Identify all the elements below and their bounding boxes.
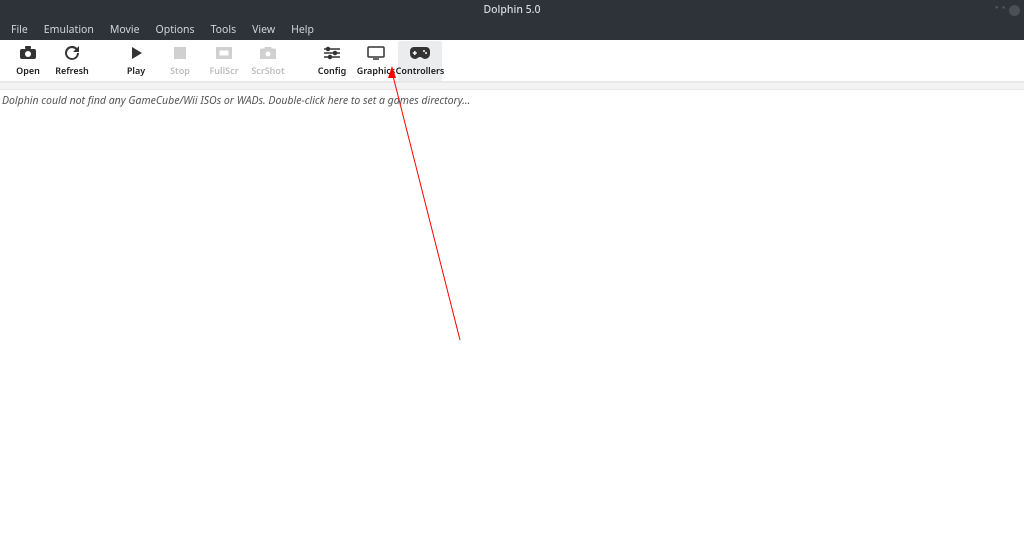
- graphics-button[interactable]: Graphics: [354, 41, 398, 81]
- gamepad-icon: [410, 44, 430, 62]
- window-titlebar: Dolphin 5.0 ˅ ˄: [0, 0, 1024, 20]
- config-button[interactable]: Config: [310, 41, 354, 81]
- graphics-label: Graphics: [357, 64, 395, 77]
- menu-movie[interactable]: Movie: [103, 21, 147, 39]
- controllers-label: Controllers: [396, 64, 445, 77]
- separator-strip: [0, 82, 1024, 90]
- menu-emulation[interactable]: Emulation: [37, 21, 101, 39]
- empty-game-list-message[interactable]: Dolphin could not find any GameCube/Wii …: [0, 90, 1024, 108]
- play-button[interactable]: Play: [114, 41, 158, 81]
- monitor-icon: [367, 44, 385, 62]
- config-label: Config: [318, 64, 347, 77]
- scrshot-button: ScrShot: [246, 41, 290, 81]
- camera-icon: [19, 44, 37, 62]
- fullscreen-icon: [216, 44, 232, 62]
- minimize-icon[interactable]: ˅: [995, 3, 998, 17]
- screenshot-icon: [260, 44, 276, 62]
- menu-help[interactable]: Help: [284, 21, 321, 39]
- main-toolbar: Open Refresh Play Stop FullScr ScrShot: [0, 40, 1024, 82]
- menubar: File Emulation Movie Options Tools View …: [0, 20, 1024, 40]
- menu-view[interactable]: View: [245, 21, 282, 39]
- stop-label: Stop: [170, 64, 190, 77]
- window-title: Dolphin 5.0: [483, 3, 540, 17]
- window-controls: ˅ ˄: [995, 3, 1020, 17]
- controllers-button[interactable]: Controllers: [398, 41, 442, 81]
- refresh-icon: [64, 44, 80, 62]
- menu-tools[interactable]: Tools: [204, 21, 244, 39]
- fullscr-button: FullScr: [202, 41, 246, 81]
- fullscr-label: FullScr: [209, 64, 238, 77]
- refresh-button[interactable]: Refresh: [50, 41, 94, 81]
- stop-icon: [174, 44, 186, 62]
- stop-button: Stop: [158, 41, 202, 81]
- maximize-icon[interactable]: ˄: [1002, 3, 1005, 17]
- menu-file[interactable]: File: [4, 21, 35, 39]
- open-label: Open: [16, 64, 40, 77]
- scrshot-label: ScrShot: [251, 64, 284, 77]
- menu-options[interactable]: Options: [149, 21, 202, 39]
- open-button[interactable]: Open: [6, 41, 50, 81]
- sliders-icon: [324, 44, 340, 62]
- close-icon[interactable]: [1009, 5, 1020, 16]
- refresh-label: Refresh: [55, 64, 89, 77]
- play-icon: [129, 44, 143, 62]
- play-label: Play: [127, 64, 145, 77]
